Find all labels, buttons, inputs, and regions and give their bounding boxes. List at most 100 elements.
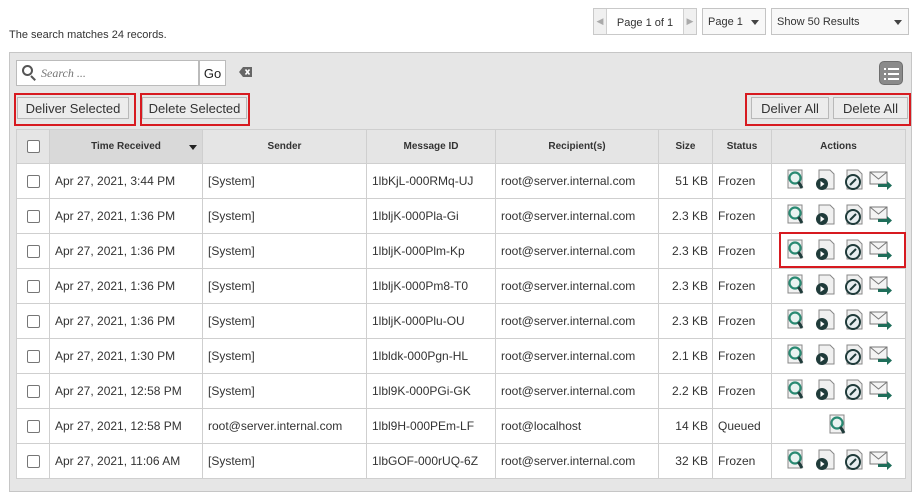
- cell-sender: [System]: [202, 303, 367, 339]
- cell-time: Apr 27, 2021, 12:58 PM: [49, 408, 203, 444]
- row-checkbox[interactable]: [26, 315, 40, 329]
- cell-size: 2.3 KB: [658, 268, 713, 304]
- table-header-row: Time Received Sender Message ID Recipien…: [16, 129, 906, 164]
- search-box: [16, 60, 199, 86]
- row-checkbox[interactable]: [26, 245, 40, 259]
- row-actions: [773, 169, 905, 194]
- view-icon[interactable]: [827, 414, 851, 439]
- column-header-status[interactable]: Status: [712, 129, 772, 164]
- search-input[interactable]: [39, 64, 189, 82]
- row-checkbox[interactable]: [26, 420, 40, 434]
- page-indicator: Page 1 of 1: [607, 9, 683, 34]
- row-checkbox[interactable]: [26, 455, 40, 469]
- next-page-button[interactable]: ▶: [683, 9, 696, 34]
- row-select-cell: [16, 408, 50, 444]
- cell-status: Frozen: [712, 303, 772, 339]
- row-checkbox[interactable]: [26, 210, 40, 224]
- mail-forward-icon[interactable]: [869, 309, 893, 334]
- delete-all-button[interactable]: Delete All: [833, 97, 908, 119]
- table-row[interactable]: Apr 27, 2021, 1:36 PM [System] 1lbljK-000P…: [16, 303, 906, 339]
- history-icon[interactable]: [841, 274, 865, 299]
- cell-status: Frozen: [712, 373, 772, 409]
- table-row[interactable]: Apr 27, 2021, 12:58 PM root@server.intern…: [16, 408, 906, 444]
- deliver-selected-button[interactable]: Deliver Selected: [17, 97, 129, 119]
- history-icon[interactable]: [841, 309, 865, 334]
- cell-message-id: 1lbl9K-000PGi-GK: [366, 373, 496, 409]
- view-icon[interactable]: [785, 204, 809, 229]
- cell-message-id: 1lbldk-000Pgn-HL: [366, 338, 496, 374]
- row-select-cell: [16, 233, 50, 269]
- deliver-icon[interactable]: [813, 204, 837, 229]
- view-icon[interactable]: [785, 309, 809, 334]
- column-header-recipients[interactable]: Recipient(s): [495, 129, 659, 164]
- row-checkbox[interactable]: [26, 385, 40, 399]
- table-row[interactable]: Apr 27, 2021, 1:36 PM [System] 1lbljK-000P…: [16, 198, 906, 234]
- cell-sender: [System]: [202, 198, 367, 234]
- view-icon[interactable]: [785, 449, 809, 474]
- deliver-icon[interactable]: [813, 379, 837, 404]
- deliver-all-button[interactable]: Deliver All: [751, 97, 829, 119]
- clear-search-icon[interactable]: [239, 66, 253, 78]
- row-actions: [773, 204, 905, 229]
- cell-recipient: root@server.internal.com: [495, 198, 659, 234]
- view-icon[interactable]: [785, 344, 809, 369]
- view-icon[interactable]: [785, 379, 809, 404]
- history-icon[interactable]: [841, 169, 865, 194]
- cell-time: Apr 27, 2021, 3:44 PM: [49, 163, 203, 199]
- mail-forward-icon[interactable]: [869, 449, 893, 474]
- cell-recipient: root@server.internal.com: [495, 163, 659, 199]
- go-button[interactable]: Go: [199, 60, 226, 86]
- mail-forward-icon[interactable]: [869, 204, 893, 229]
- cell-status: Queued: [712, 408, 772, 444]
- cell-size: 2.1 KB: [658, 338, 713, 374]
- row-select-cell: [16, 163, 50, 199]
- column-menu-icon[interactable]: [879, 61, 903, 85]
- page-select[interactable]: Page 1: [702, 8, 766, 35]
- row-checkbox[interactable]: [26, 350, 40, 364]
- mail-forward-icon[interactable]: [869, 344, 893, 369]
- row-checkbox[interactable]: [26, 280, 40, 294]
- table-row[interactable]: Apr 27, 2021, 11:06 AM [System] 1lbGOF-000…: [16, 443, 906, 479]
- mail-forward-icon[interactable]: [869, 169, 893, 194]
- table-row[interactable]: Apr 27, 2021, 1:36 PM [System] 1lbljK-000P…: [16, 268, 906, 304]
- cell-message-id: 1lbljK-000Plm-Kp: [366, 233, 496, 269]
- history-icon[interactable]: [841, 379, 865, 404]
- cell-time: Apr 27, 2021, 11:06 AM: [49, 443, 203, 479]
- table-row[interactable]: Apr 27, 2021, 1:30 PM [System] 1lbldk-000P…: [16, 338, 906, 374]
- history-icon[interactable]: [841, 449, 865, 474]
- column-header-time[interactable]: Time Received: [49, 129, 203, 164]
- deliver-icon[interactable]: [813, 449, 837, 474]
- view-icon[interactable]: [785, 274, 809, 299]
- mail-forward-icon[interactable]: [869, 274, 893, 299]
- table-row[interactable]: Apr 27, 2021, 1:36 PM [System] 1lbljK-000P…: [16, 233, 906, 269]
- chevron-down-icon: [751, 20, 759, 25]
- table-row[interactable]: Apr 27, 2021, 12:58 PM [System] 1lbl9K-000…: [16, 373, 906, 409]
- deliver-icon[interactable]: [813, 274, 837, 299]
- message-queue-table: Time Received Sender Message ID Recipien…: [16, 129, 906, 479]
- delete-selected-button[interactable]: Delete Selected: [142, 97, 247, 119]
- deliver-icon[interactable]: [813, 309, 837, 334]
- table-row[interactable]: Apr 27, 2021, 3:44 PM [System] 1lbKjL-000R…: [16, 163, 906, 199]
- cell-time: Apr 27, 2021, 12:58 PM: [49, 373, 203, 409]
- cell-size: 2.2 KB: [658, 373, 713, 409]
- mail-forward-icon[interactable]: [869, 379, 893, 404]
- deliver-icon[interactable]: [813, 344, 837, 369]
- cell-time: Apr 27, 2021, 1:36 PM: [49, 303, 203, 339]
- column-header-sender[interactable]: Sender: [202, 129, 367, 164]
- column-header-message-id[interactable]: Message ID: [366, 129, 496, 164]
- cell-recipient: root@server.internal.com: [495, 303, 659, 339]
- cell-recipient: root@server.internal.com: [495, 268, 659, 304]
- cell-actions: [771, 198, 906, 234]
- row-select-cell: [16, 198, 50, 234]
- results-per-page-select[interactable]: Show 50 Results: [771, 8, 909, 35]
- view-icon[interactable]: [785, 169, 809, 194]
- row-checkbox[interactable]: [26, 175, 40, 189]
- column-header-size[interactable]: Size: [658, 129, 713, 164]
- select-all-checkbox[interactable]: [26, 140, 40, 153]
- history-icon[interactable]: [841, 204, 865, 229]
- history-icon[interactable]: [841, 344, 865, 369]
- deliver-icon[interactable]: [813, 169, 837, 194]
- cell-time: Apr 27, 2021, 1:30 PM: [49, 338, 203, 374]
- cell-actions: [771, 338, 906, 374]
- previous-page-button[interactable]: ◀: [594, 9, 607, 34]
